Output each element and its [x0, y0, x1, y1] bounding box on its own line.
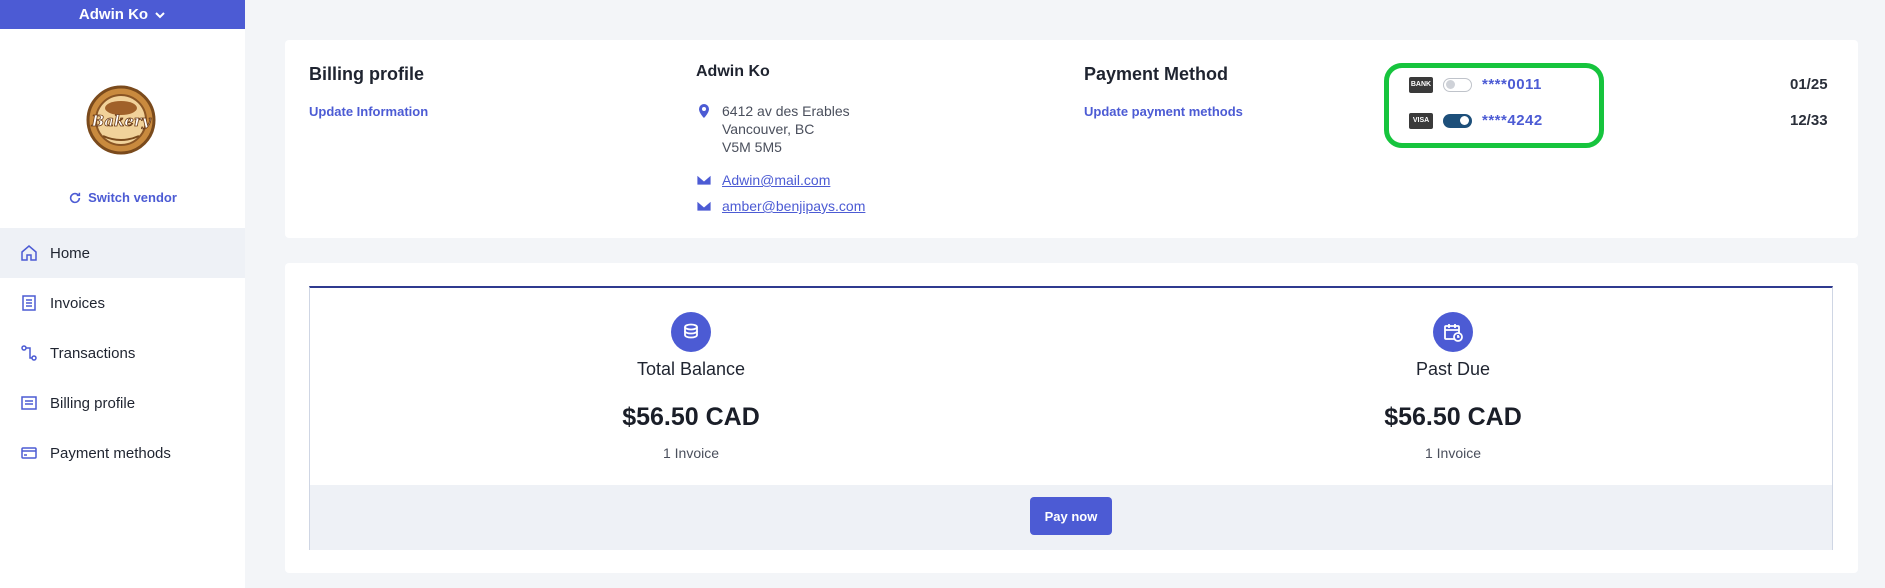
sidebar: Adwin Ko Bakery Switch vendor Home Invoi…	[0, 0, 245, 588]
payment-method-title: Payment Method	[1084, 64, 1229, 84]
address-block: 6412 av des Erables Vancouver, BC V5M 5M…	[696, 102, 850, 156]
past-due-label: Past Due	[1415, 359, 1491, 379]
address-line-3: V5M 5M5	[722, 139, 782, 155]
update-information-link[interactable]: Update Information	[309, 104, 428, 119]
address-line-1: 6412 av des Erables	[722, 103, 850, 119]
transactions-icon	[21, 345, 37, 361]
email-row: amber@benjipays.com	[696, 197, 865, 215]
sidebar-nav: Home Invoices Transactions Billing profi…	[0, 228, 245, 478]
sidebar-item-payment-methods[interactable]: Payment methods	[0, 428, 245, 478]
email-row: Adwin@mail.com	[696, 171, 830, 189]
sidebar-item-invoices[interactable]: Invoices	[0, 278, 245, 328]
total-balance-label: Total Balance	[636, 359, 746, 379]
card-expiry: 01/25	[1790, 76, 1828, 93]
calendar-clock-icon	[1433, 312, 1473, 352]
coins-icon	[671, 312, 711, 352]
address-line-2: Vancouver, BC	[722, 121, 815, 137]
user-menu[interactable]: Adwin Ko	[0, 0, 245, 29]
location-pin-icon	[699, 104, 709, 118]
payment-methods-highlight	[1384, 63, 1604, 148]
switch-vendor-label: Switch vendor	[88, 190, 177, 205]
billing-profile-icon	[21, 396, 37, 410]
contact-name: Adwin Ko	[696, 63, 770, 80]
total-balance-invoice-count: 1 Invoice	[662, 445, 720, 461]
sidebar-item-label: Payment methods	[50, 444, 171, 462]
sidebar-item-label: Transactions	[50, 344, 136, 362]
past-due-invoice-count: 1 Invoice	[1424, 445, 1482, 461]
balance-summary: Total Balance $56.50 CAD 1 Invoice Past …	[309, 286, 1833, 550]
sidebar-item-billing-profile[interactable]: Billing profile	[0, 378, 245, 428]
update-payment-methods-link[interactable]: Update payment methods	[1084, 104, 1243, 119]
sidebar-item-home[interactable]: Home	[0, 228, 245, 278]
refresh-icon	[69, 192, 81, 203]
past-due-amount: $56.50 CAD	[1384, 403, 1522, 431]
svg-text:Bakery: Bakery	[91, 112, 152, 130]
billing-title: Billing profile	[309, 64, 424, 84]
mail-icon	[696, 174, 712, 186]
sidebar-item-label: Billing profile	[50, 394, 136, 412]
billing-card: Billing profile Update Information Adwin…	[285, 40, 1858, 238]
credit-card-icon	[21, 447, 37, 459]
switch-vendor-link[interactable]: Switch vendor	[0, 190, 245, 205]
email-link[interactable]: Adwin@mail.com	[722, 171, 830, 189]
email-link[interactable]: amber@benjipays.com	[722, 197, 865, 215]
vendor-logo: Bakery	[86, 85, 156, 155]
pay-now-button[interactable]: Pay now	[1030, 497, 1112, 535]
mail-icon	[696, 200, 712, 212]
home-icon	[21, 245, 37, 261]
invoice-icon	[22, 295, 36, 311]
card-expiry: 12/33	[1790, 112, 1828, 129]
chevron-down-icon	[155, 11, 165, 18]
summary-card: Total Balance $56.50 CAD 1 Invoice Past …	[285, 263, 1858, 573]
total-balance-amount: $56.50 CAD	[622, 403, 760, 431]
sidebar-item-label: Invoices	[50, 294, 106, 312]
user-name: Adwin Ko	[78, 6, 149, 23]
sidebar-item-transactions[interactable]: Transactions	[0, 328, 245, 378]
pay-bar: Pay now	[310, 485, 1832, 550]
sidebar-item-label: Home	[50, 244, 91, 262]
